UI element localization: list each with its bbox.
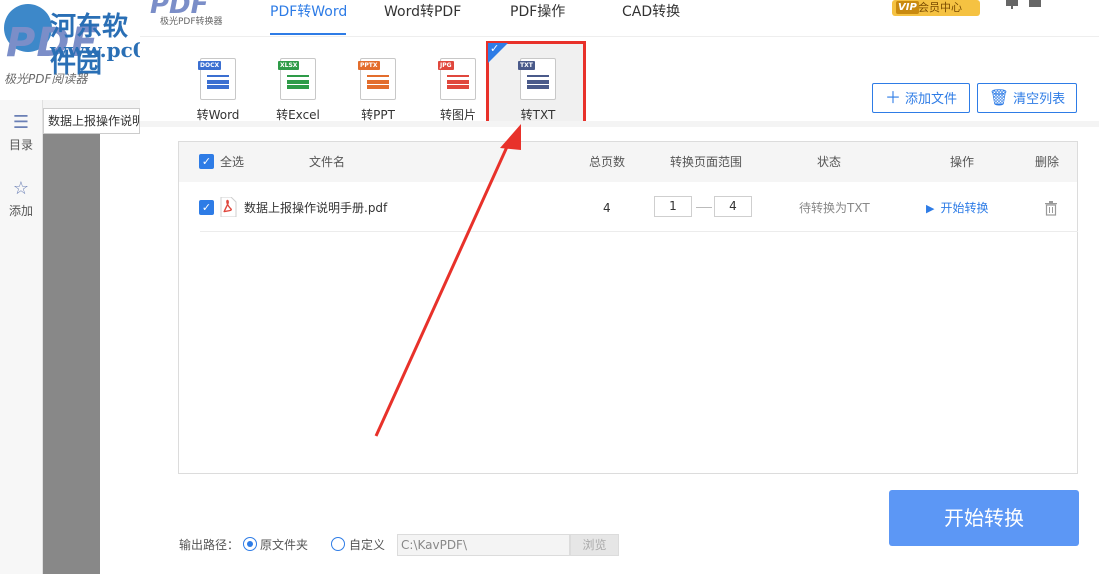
header-delete: 删除 — [1035, 155, 1060, 169]
file-lines — [527, 75, 549, 79]
txt-file-icon: TXT — [518, 58, 556, 100]
range-separator — [696, 207, 712, 208]
reader-logo-area: PDF 河东软件园 www.pc0359.cn 极光PDF阅读器 — [0, 0, 222, 100]
header-action: 操作 — [950, 155, 975, 169]
radio-custom-folder[interactable] — [331, 537, 345, 551]
range-to-input[interactable]: 4 — [714, 196, 752, 217]
file-tag: JPG — [438, 61, 454, 70]
row-action-label: 开始转换 — [940, 201, 989, 215]
row-divider — [200, 231, 1078, 232]
sidebar-item-add[interactable]: ☆ 添加 — [0, 180, 42, 219]
feedback-icon[interactable] — [1028, 0, 1042, 10]
trash-icon: 🗑 — [988, 88, 1010, 107]
converter-logo-subtitle: 极光PDF转换器 — [160, 17, 223, 27]
jpg-file-icon: JPG — [438, 58, 476, 100]
pdf-file-icon — [220, 197, 237, 217]
header-status: 状态 — [817, 155, 842, 169]
file-tag: DOCX — [198, 61, 222, 70]
header-page-range: 转换页面范围 — [670, 155, 743, 169]
reader-document-tab[interactable]: 数据上报操作说明 — [43, 108, 140, 134]
monitor-icon[interactable] — [1005, 0, 1019, 10]
file-lines — [447, 75, 469, 79]
header-filename: 文件名 — [309, 155, 346, 169]
type-to-word[interactable]: DOCX 转Word — [183, 48, 253, 123]
header-total-pages: 总页数 — [589, 155, 626, 169]
file-lines — [207, 75, 229, 79]
add-file-button[interactable]: ＋ 添加文件 — [872, 83, 970, 113]
radio-original-folder[interactable] — [243, 537, 257, 551]
type-to-ppt[interactable]: PPTX 转PPT — [343, 48, 413, 123]
tab-cad-convert[interactable]: CAD转换 — [622, 0, 680, 36]
original-folder-label[interactable]: 原文件夹 — [260, 537, 308, 553]
reader-app-name: 极光PDF阅读器 — [4, 72, 88, 86]
pptx-file-icon: PPTX — [358, 58, 396, 100]
output-path-input[interactable]: C:\KavPDF\ — [397, 534, 570, 556]
output-path-label: 输出路径： — [179, 538, 240, 552]
clear-list-label: 清空列表 — [1013, 92, 1066, 107]
reader-sidebar: ☰ 目录 ☆ 添加 — [0, 100, 43, 574]
row-filename: 数据上报操作说明手册.pdf — [244, 201, 388, 215]
tab-word-to-pdf[interactable]: Word转PDF — [384, 0, 461, 36]
tab-pdf-operations[interactable]: PDF操作 — [510, 0, 565, 36]
star-icon: ☆ — [12, 178, 30, 199]
active-tab-indicator — [270, 33, 346, 35]
file-lines — [367, 75, 389, 79]
clear-list-button[interactable]: 🗑 清空列表 — [977, 83, 1077, 113]
start-convert-button[interactable]: 开始转换 — [889, 490, 1079, 546]
header-select-all[interactable]: 全选 — [220, 142, 244, 182]
file-lines — [287, 75, 309, 79]
plus-icon: ＋ — [884, 88, 901, 107]
section-divider — [140, 121, 1099, 127]
select-all-checkbox[interactable]: ✓ — [199, 154, 214, 169]
vip-center-button[interactable]: VIP 会员中心 — [892, 0, 980, 16]
row-checkbox[interactable]: ✓ — [199, 200, 214, 215]
row-start-convert-link[interactable]: ▶ 开始转换 — [926, 188, 988, 228]
type-to-excel[interactable]: XLSX 转Excel — [263, 48, 333, 123]
browse-button[interactable]: 浏览 — [570, 534, 619, 556]
list-icon: ☰ — [12, 112, 30, 133]
file-tag: XLSX — [278, 61, 300, 70]
play-icon: ▶ — [926, 202, 935, 215]
sidebar-item-toc[interactable]: ☰ 目录 — [0, 114, 42, 153]
delete-row-icon[interactable] — [1044, 201, 1058, 216]
custom-folder-label[interactable]: 自定义 — [349, 537, 385, 553]
row-status: 待转换为TXT — [799, 201, 870, 215]
sidebar-item-label: 添加 — [8, 204, 33, 218]
docx-file-icon: DOCX — [198, 58, 236, 100]
vip-badge: VIP — [896, 1, 919, 14]
tab-pdf-to-word[interactable]: PDF转Word — [270, 0, 347, 36]
sidebar-item-label: 目录 — [8, 138, 33, 152]
xlsx-file-icon: XLSX — [278, 58, 316, 100]
range-from-input[interactable]: 1 — [654, 196, 692, 217]
add-file-label: 添加文件 — [905, 92, 958, 107]
file-tag: PPTX — [358, 61, 380, 70]
vip-center-label: 会员中心 — [918, 1, 962, 14]
row-total-pages: 4 — [603, 201, 611, 215]
reader-document-page — [100, 134, 140, 574]
file-tag: TXT — [518, 61, 535, 70]
type-to-image[interactable]: JPG 转图片 — [423, 48, 493, 123]
type-to-txt[interactable]: TXT 转TXT — [503, 48, 573, 123]
